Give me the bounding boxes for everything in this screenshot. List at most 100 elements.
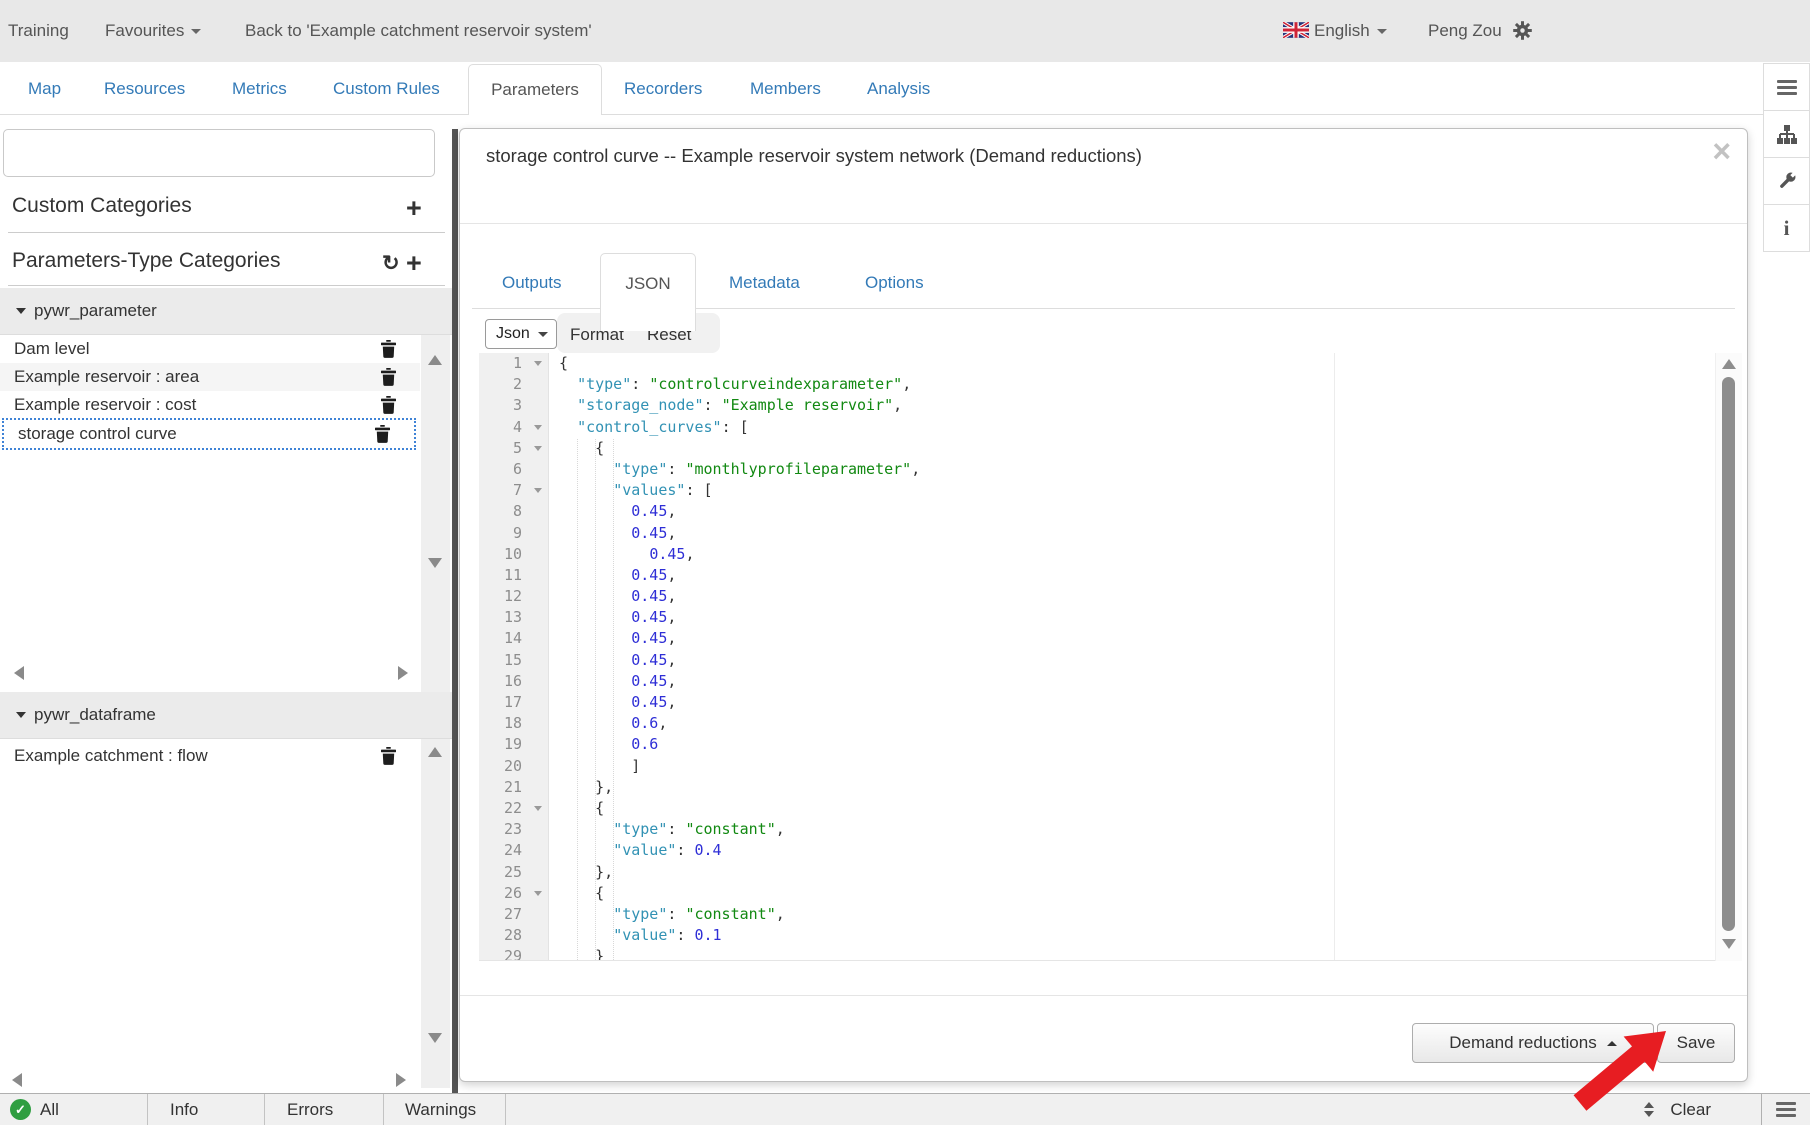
tab-custom-rules[interactable]: Custom Rules: [333, 62, 440, 115]
list-item-reservoir-cost[interactable]: Example reservoir : cost: [0, 391, 420, 418]
code-line[interactable]: "type": "monthlyprofileparameter",: [549, 459, 1741, 480]
sort-toggle-icon[interactable]: [1644, 1102, 1654, 1117]
list-item-dam-level[interactable]: Dam level: [0, 335, 420, 363]
code-line[interactable]: ]: [549, 756, 1741, 777]
code-line[interactable]: 0.45,: [549, 671, 1741, 692]
list-item-storage-control-curve[interactable]: storage control curve: [2, 418, 416, 450]
code-line[interactable]: "type": "constant",: [549, 819, 1741, 840]
fold-caret-icon[interactable]: [534, 891, 542, 896]
code-line[interactable]: 0.45,: [549, 586, 1741, 607]
tab-parameters[interactable]: Parameters: [468, 64, 602, 115]
code-line[interactable]: "value": 0.1: [549, 925, 1741, 946]
scroll-down-arrow[interactable]: [428, 558, 442, 568]
filter-errors[interactable]: Errors: [265, 1094, 384, 1125]
json-editor[interactable]: 1234567891011121314151617181920212223242…: [479, 353, 1741, 961]
gutter-line[interactable]: 22: [479, 798, 548, 819]
tools-button[interactable]: [1763, 157, 1810, 205]
fold-caret-icon[interactable]: [534, 488, 542, 493]
filter-all[interactable]: ✓ All: [0, 1094, 148, 1125]
brand-training[interactable]: Training: [8, 0, 69, 62]
gutter-line[interactable]: 4: [479, 417, 548, 438]
filter-warnings[interactable]: Warnings: [384, 1094, 506, 1125]
scroll-up-arrow[interactable]: [428, 747, 442, 757]
list-item-catchment-flow[interactable]: Example catchment : flow: [0, 740, 420, 772]
scroll-right-arrow[interactable]: [396, 1073, 406, 1087]
tab-recorders[interactable]: Recorders: [624, 62, 702, 115]
user-menu[interactable]: Peng Zou: [1428, 0, 1532, 62]
fold-caret-icon[interactable]: [534, 806, 542, 811]
code-line[interactable]: "type": "constant",: [549, 904, 1741, 925]
filter-info[interactable]: Info: [148, 1094, 265, 1125]
section-pywr-parameter[interactable]: pywr_parameter: [0, 288, 452, 335]
refresh-icon[interactable]: ↻: [382, 251, 400, 276]
scroll-up-arrow[interactable]: [428, 355, 442, 365]
gutter-line[interactable]: 26: [479, 883, 548, 904]
tab-resources[interactable]: Resources: [104, 62, 185, 115]
network-tree-button[interactable]: [1763, 110, 1810, 158]
delete-button[interactable]: [375, 425, 390, 443]
delete-button[interactable]: [381, 396, 396, 414]
tab-metadata[interactable]: Metadata: [729, 273, 800, 293]
clear-button[interactable]: Clear: [1670, 1100, 1711, 1120]
scroll-down-arrow[interactable]: [428, 1033, 442, 1043]
add-custom-category-button[interactable]: +: [406, 198, 422, 218]
back-link[interactable]: Back to 'Example catchment reservoir sys…: [245, 0, 592, 62]
code-line[interactable]: "type": "controlcurveindexparameter",: [549, 374, 1741, 395]
fold-caret-icon[interactable]: [534, 425, 542, 430]
delete-button[interactable]: [381, 368, 396, 386]
code-line[interactable]: 0.6,: [549, 713, 1741, 734]
gutter-line[interactable]: 5: [479, 438, 548, 459]
code-line[interactable]: 0.45,: [549, 544, 1741, 565]
scenario-dropdown-button[interactable]: Demand reductions: [1412, 1023, 1654, 1063]
section-pywr-dataframe[interactable]: pywr_dataframe: [0, 692, 452, 739]
gutter-line[interactable]: 7: [479, 480, 548, 501]
mode-select[interactable]: Json: [485, 319, 557, 349]
code-line[interactable]: },: [549, 862, 1741, 883]
close-icon[interactable]: ×: [1712, 135, 1731, 167]
tab-members[interactable]: Members: [750, 62, 821, 115]
editor-code[interactable]: { "type": "controlcurveindexparameter", …: [549, 353, 1741, 960]
gutter-line[interactable]: 1: [479, 353, 548, 374]
scroll-left-arrow[interactable]: [12, 1073, 22, 1087]
scrollbar-thumb[interactable]: [1722, 377, 1735, 931]
favourites-menu[interactable]: Favourites: [105, 0, 201, 62]
code-line[interactable]: 0.45,: [549, 650, 1741, 671]
code-line[interactable]: }: [549, 946, 1741, 961]
code-line[interactable]: "values": [: [549, 480, 1741, 501]
editor-scrollbar[interactable]: [1715, 353, 1742, 961]
list-item-reservoir-area[interactable]: Example reservoir : area: [0, 363, 420, 391]
scroll-up-arrow[interactable]: [1722, 359, 1736, 369]
code-line[interactable]: {: [549, 438, 1741, 459]
fold-caret-icon[interactable]: [534, 446, 542, 451]
code-line[interactable]: "storage_node": "Example reservoir",: [549, 395, 1741, 416]
tab-analysis[interactable]: Analysis: [867, 62, 930, 115]
scroll-down-arrow[interactable]: [1722, 939, 1736, 949]
code-line[interactable]: },: [549, 777, 1741, 798]
code-line[interactable]: "control_curves": [: [549, 417, 1741, 438]
code-line[interactable]: "value": 0.4: [549, 840, 1741, 861]
scroll-left-arrow[interactable]: [14, 666, 24, 680]
tab-metrics[interactable]: Metrics: [232, 62, 287, 115]
fold-caret-icon[interactable]: [534, 361, 542, 366]
scroll-right-arrow[interactable]: [398, 666, 408, 680]
code-line[interactable]: 0.45,: [549, 607, 1741, 628]
tab-options[interactable]: Options: [865, 273, 924, 293]
language-menu[interactable]: English: [1283, 0, 1387, 62]
delete-button[interactable]: [381, 747, 396, 765]
code-line[interactable]: 0.45,: [549, 565, 1741, 586]
add-parameter-type-button[interactable]: +: [406, 253, 422, 273]
code-line[interactable]: 0.45,: [549, 523, 1741, 544]
save-button[interactable]: Save: [1657, 1023, 1735, 1063]
code-line[interactable]: 0.45,: [549, 501, 1741, 522]
tab-outputs[interactable]: Outputs: [502, 273, 562, 293]
tab-json[interactable]: JSON: [600, 253, 696, 331]
code-line[interactable]: {: [549, 883, 1741, 904]
log-menu-button[interactable]: [1776, 1099, 1796, 1120]
search-input[interactable]: [3, 129, 435, 177]
code-line[interactable]: 0.45,: [549, 692, 1741, 713]
menu-button[interactable]: [1763, 63, 1810, 111]
code-line[interactable]: {: [549, 353, 1741, 374]
delete-button[interactable]: [381, 340, 396, 358]
tab-map[interactable]: Map: [28, 62, 61, 115]
code-line[interactable]: 0.45,: [549, 628, 1741, 649]
